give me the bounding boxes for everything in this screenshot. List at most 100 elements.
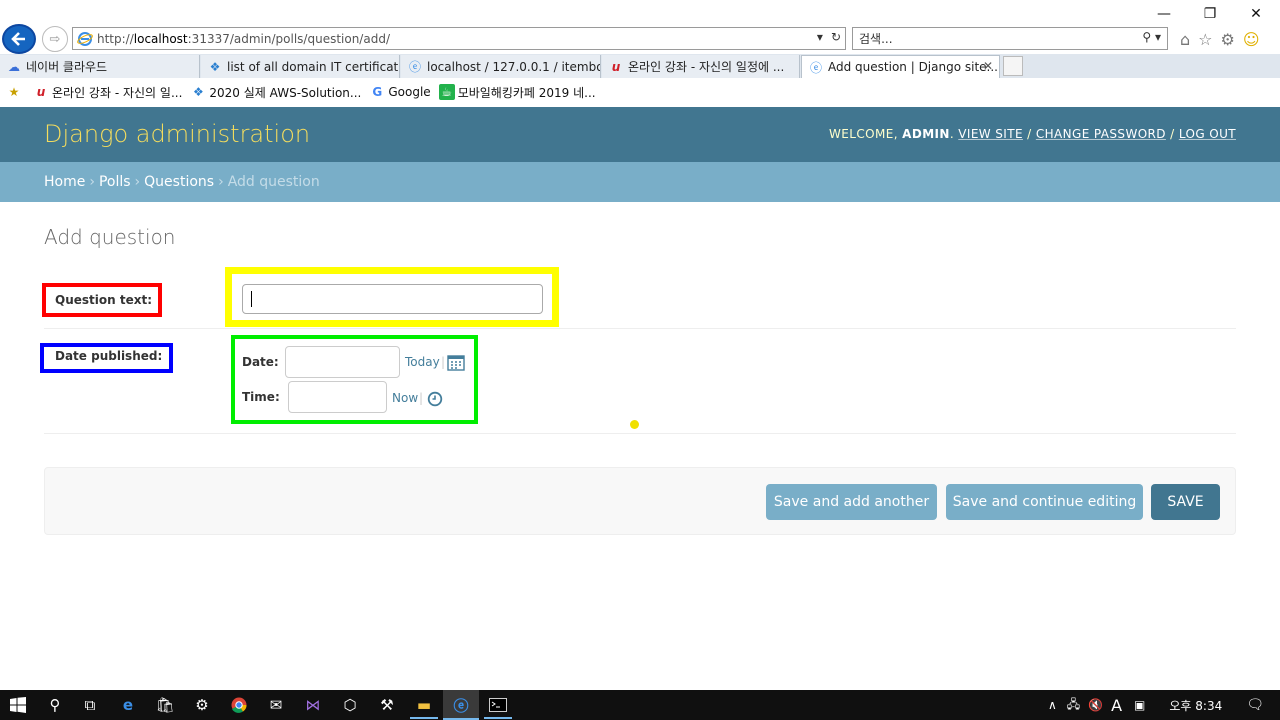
- breadcrumb-sep: ›: [218, 174, 224, 190]
- refresh-icon[interactable]: ↻: [831, 30, 841, 44]
- save-and-add-another-button[interactable]: Save and add another: [766, 484, 937, 520]
- submit-row: Save and add another Save and continue e…: [44, 467, 1236, 535]
- tab-label: 네이버 클라우드: [26, 60, 108, 74]
- address-path: :31337/admin/polls/question/add/: [187, 31, 390, 46]
- udemy-icon: u: [36, 85, 46, 99]
- link-separator: |: [441, 355, 446, 369]
- file-explorer-icon[interactable]: ▬: [414, 695, 434, 715]
- cursor-marker-dot: [630, 420, 639, 429]
- search-icon[interactable]: ⚲ ▾: [1142, 30, 1161, 44]
- favorite-aws[interactable]: ❖ 2020 실제 AWS-Solution...: [190, 84, 361, 101]
- notification-icon[interactable]: 🗨: [1246, 697, 1264, 713]
- favorites-star-icon[interactable]: ☆: [1198, 30, 1212, 49]
- question-text-input[interactable]: [242, 284, 543, 314]
- close-tab-icon[interactable]: ✕: [983, 59, 993, 73]
- breadcrumb-home[interactable]: Home: [44, 174, 85, 190]
- address-url-prefix: http://: [97, 31, 134, 46]
- favorite-cafe[interactable]: ☕ 모바일해킹카페 2019 네...: [438, 84, 596, 101]
- welcome-text: WELCOME,: [829, 127, 903, 141]
- internet-explorer-icon[interactable]: ⓔ: [451, 695, 471, 715]
- mail-icon[interactable]: ✉: [266, 695, 286, 715]
- tab-add-question[interactable]: ⓔ Add question | Django site... ✕: [801, 55, 1000, 78]
- tab-localhost[interactable]: ⓔ localhost / 127.0.0.1 / itembo...: [401, 55, 601, 78]
- box-icon[interactable]: ⬡: [340, 695, 360, 715]
- home-icon[interactable]: ⌂: [1180, 30, 1190, 49]
- system-tray: ∧ 🖧 🔇 A ▣ 오후 8:34 🗨: [1048, 690, 1280, 720]
- favorites-bar: ★ u 온라인 강좌 - 자신의 일... ❖ 2020 실제 AWS-Solu…: [0, 79, 1280, 105]
- username: ADMIN: [902, 127, 950, 141]
- favorite-udemy[interactable]: u 온라인 강좌 - 자신의 일...: [33, 84, 183, 101]
- forward-button[interactable]: ⇨: [42, 26, 68, 52]
- search-taskbar-icon[interactable]: ⚲: [45, 695, 65, 715]
- clock-time[interactable]: 오후 8:34: [1169, 697, 1222, 714]
- close-window-button[interactable]: ✕: [1233, 2, 1279, 26]
- calendar-icon[interactable]: [447, 354, 465, 371]
- naver-cloud-icon: ☁: [8, 59, 20, 74]
- breadcrumb-questions[interactable]: Questions: [144, 174, 214, 190]
- search-box[interactable]: 검색... ⚲ ▾: [852, 27, 1168, 50]
- forward-arrow-icon: ⇨: [49, 31, 61, 47]
- user-tools: WELCOME, ADMIN. VIEW SITE / CHANGE PASSW…: [829, 127, 1236, 141]
- text-caret: [251, 291, 252, 307]
- network-tool-icon[interactable]: ⚒: [377, 695, 397, 715]
- back-button[interactable]: [2, 24, 36, 54]
- puzzle-icon: ❖: [193, 85, 204, 99]
- time-input[interactable]: [288, 381, 387, 413]
- save-and-continue-button[interactable]: Save and continue editing: [946, 484, 1143, 520]
- udemy-icon: u: [611, 59, 621, 74]
- user-tools-sep: /: [1022, 127, 1036, 141]
- tab-label: 온라인 강좌 - 자신의 일정에 ...: [628, 60, 785, 74]
- visual-studio-icon[interactable]: ⋈: [303, 695, 323, 715]
- view-site-link[interactable]: VIEW SITE: [958, 127, 1023, 141]
- gear-icon[interactable]: ⚙: [1221, 30, 1235, 49]
- network-icon[interactable]: 🖧: [1067, 695, 1080, 716]
- favorite-label: 2020 실제 AWS-Solution...: [209, 85, 362, 100]
- date-input[interactable]: [285, 346, 400, 378]
- link-separator: |: [419, 391, 424, 405]
- now-link[interactable]: Now: [392, 391, 418, 405]
- question-text-row: [44, 270, 1236, 329]
- question-text-label: Question text:: [55, 293, 152, 307]
- restore-button[interactable]: ❐: [1187, 2, 1233, 26]
- breadcrumb-current: Add question: [227, 174, 320, 190]
- ie-icon: ⓔ: [408, 60, 421, 74]
- clock-icon[interactable]: [427, 391, 443, 407]
- volume-muted-icon[interactable]: 🔇: [1088, 698, 1103, 712]
- windows-taskbar: ⚲ ⧉ e 🛍 ⚙ ✉ ⋈ ⬡ ⚒ ▬ ⓔ ∧ 🖧 🔇 A ▣ 오후 8:34 …: [0, 690, 1280, 720]
- settings-icon[interactable]: ⚙: [192, 695, 212, 715]
- breadcrumb-sep: ›: [134, 174, 141, 190]
- address-host: localhost: [133, 31, 188, 46]
- task-view-icon[interactable]: ⧉: [80, 695, 100, 715]
- save-button[interactable]: SAVE: [1151, 484, 1220, 520]
- minimize-button[interactable]: —: [1141, 2, 1187, 26]
- admin-header: Django administration WELCOME, ADMIN. VI…: [0, 107, 1280, 162]
- new-tab-button[interactable]: [1003, 56, 1023, 76]
- favorite-google[interactable]: G Google: [369, 84, 430, 100]
- favorites-center-icon[interactable]: ★: [6, 84, 25, 100]
- tab-naver-cloud[interactable]: ☁ 네이버 클라우드: [0, 55, 200, 78]
- tab-certification[interactable]: ❖ list of all domain IT certificati...: [201, 55, 400, 78]
- show-hidden-icons[interactable]: ∧: [1048, 698, 1057, 712]
- tab-udemy[interactable]: u 온라인 강좌 - 자신의 일정에 ...: [602, 55, 800, 78]
- command-prompt-icon[interactable]: [488, 695, 508, 715]
- address-dropdown-icon[interactable]: ▾: [817, 30, 823, 44]
- store-icon[interactable]: 🛍: [155, 695, 175, 715]
- search-placeholder: 검색...: [859, 32, 893, 46]
- breadcrumb-sep: ›: [89, 174, 95, 190]
- open-indicator: [410, 717, 438, 719]
- ime-indicator[interactable]: A: [1111, 696, 1122, 715]
- smiley-icon[interactable]: ☺: [1243, 30, 1260, 49]
- ime-hangul-icon[interactable]: ▣: [1134, 698, 1145, 712]
- address-bar[interactable]: http://localhost:31337/admin/polls/quest…: [72, 27, 846, 50]
- edge-icon[interactable]: e: [118, 695, 138, 715]
- tab-label: Add question | Django site...: [828, 60, 998, 74]
- breadcrumb-polls[interactable]: Polls: [99, 174, 131, 190]
- today-link[interactable]: Today: [405, 355, 440, 369]
- log-out-link[interactable]: LOG OUT: [1179, 127, 1236, 141]
- windows-start-icon[interactable]: [8, 695, 28, 715]
- change-password-link[interactable]: CHANGE PASSWORD: [1036, 127, 1166, 141]
- favorite-label: 온라인 강좌 - 자신의 일...: [52, 85, 183, 100]
- site-branding[interactable]: Django administration: [44, 120, 310, 148]
- date-published-label: Date published:: [55, 349, 163, 363]
- chrome-icon[interactable]: [229, 695, 249, 715]
